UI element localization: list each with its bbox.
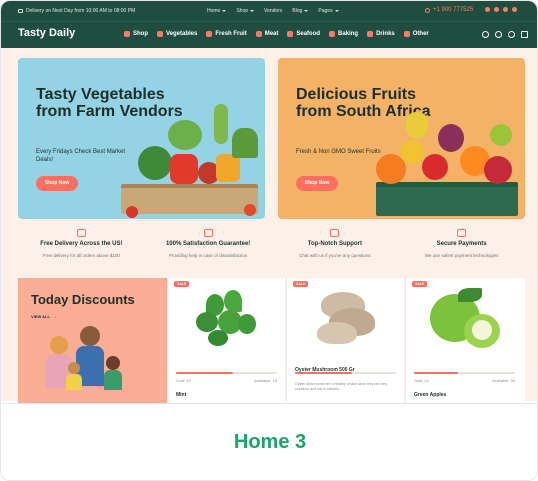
- stock-status: Sold: 24 Available: 30: [414, 378, 515, 383]
- phone-icon: [425, 7, 430, 13]
- feature-satisfaction: 100% Satisfaction Guarantee! Providing h…: [145, 229, 272, 269]
- fruit-icon: [206, 31, 213, 37]
- product-description: Oyster Mushrooms are a healthy choice si…: [295, 382, 388, 391]
- view-all-link[interactable]: VIEW ALL →: [31, 314, 57, 319]
- category-other[interactable]: Other: [403, 31, 429, 37]
- phone-number[interactable]: +1 900 777525: [425, 7, 473, 13]
- progress-fill: [176, 372, 233, 374]
- sold-progress-bar: [414, 372, 515, 374]
- logo[interactable]: Tasty Daily: [18, 27, 75, 39]
- product-name[interactable]: Green Apples: [414, 392, 446, 398]
- chevron-down-icon: [222, 10, 227, 12]
- today-discounts-block: Today Discounts VIEW ALL →: [18, 278, 167, 403]
- top-nav-vendors[interactable]: Vendors: [264, 8, 282, 14]
- banner-subtitle: Every Fridays Check Best Market Deals!: [36, 149, 126, 163]
- user-icon[interactable]: [495, 31, 502, 38]
- bread-icon: [329, 31, 336, 37]
- product-card[interactable]: SALE Sold: 24 Available: 30 Green Apples: [405, 278, 525, 403]
- banner-vegetables[interactable]: Tasty Vegetables from Farm Vendors Every…: [18, 58, 265, 219]
- search-icon[interactable]: [482, 31, 489, 38]
- top-bar: Delivery on Next Day from 10:00 AM to 08…: [1, 1, 537, 21]
- feature-free-delivery: Free Delivery Across the US! Free delive…: [18, 229, 145, 269]
- store-icon: [124, 31, 130, 37]
- feature-secure-payments: Secure Payments We use safest payment te…: [398, 229, 525, 269]
- banner-subtitle: Fresh & Non GMO Sweet Fruits: [296, 149, 381, 155]
- credit-card-icon: [457, 229, 467, 237]
- discounts-title: Today Discounts: [31, 292, 135, 307]
- category-menu: Shop Vegetables Fresh Fruit Meat Seafood…: [124, 31, 429, 37]
- meat-icon: [255, 31, 262, 37]
- handshake-icon: [203, 229, 213, 237]
- category-seafood[interactable]: Seafood: [287, 31, 320, 37]
- social-links: [485, 7, 517, 12]
- top-nav: Home Shop Vendors Blog Pages: [207, 8, 339, 14]
- top-nav-pages[interactable]: Pages: [318, 8, 339, 14]
- delivery-promo: Delivery on Next Day from 10:00 AM to 08…: [18, 8, 135, 14]
- carrot-icon: [157, 31, 163, 37]
- feature-support: Top-Notch Support Chat with us if you've…: [272, 229, 399, 269]
- sale-badge: SALE: [293, 281, 309, 287]
- product-name[interactable]: Oyster Mushroom 500 Gr: [295, 367, 355, 373]
- stock-status: Sold: 19 Available: 15: [176, 378, 277, 383]
- grid-icon: [403, 31, 410, 37]
- category-drinks[interactable]: Drinks: [367, 31, 395, 37]
- cart-icon[interactable]: [521, 31, 528, 38]
- preview-card[interactable]: Delivery on Next Day from 10:00 AM to 08…: [0, 0, 538, 481]
- top-nav-blog[interactable]: Blog: [292, 8, 309, 14]
- product-name[interactable]: Mint: [176, 392, 186, 398]
- fish-icon: [287, 31, 294, 37]
- pinterest-icon[interactable]: [503, 7, 508, 12]
- features-row: Free Delivery Across the US! Free delive…: [18, 229, 525, 269]
- truck-icon: [18, 9, 23, 13]
- demo-label-bar: Home 3: [1, 403, 537, 480]
- delivery-truck-icon: [76, 229, 86, 237]
- sale-badge: SALE: [412, 281, 428, 287]
- instagram-icon[interactable]: [512, 7, 517, 12]
- chevron-down-icon: [334, 10, 339, 12]
- top-nav-shop[interactable]: Shop: [236, 8, 255, 14]
- category-vegetables[interactable]: Vegetables: [157, 31, 197, 37]
- sold-progress-bar: [176, 372, 277, 374]
- facebook-icon[interactable]: [485, 7, 490, 12]
- arrow-right-icon: →: [52, 314, 57, 319]
- progress-fill: [414, 372, 459, 374]
- shop-now-button[interactable]: Shop Now: [36, 176, 78, 191]
- sale-badge: SALE: [174, 281, 190, 287]
- chevron-down-icon: [250, 10, 255, 12]
- shop-now-button[interactable]: Shop Now: [296, 176, 338, 191]
- chat-icon: [330, 229, 340, 237]
- banner-fruits[interactable]: Delicious Fruits from South Africa Fresh…: [278, 58, 525, 219]
- twitter-icon[interactable]: [494, 7, 499, 12]
- category-meat[interactable]: Meat: [255, 31, 278, 37]
- banner-title: Tasty Vegetables from Farm Vendors: [36, 86, 183, 120]
- main-nav: Tasty Daily Shop Vegetables Fresh Fruit …: [1, 21, 537, 48]
- bottle-icon: [367, 31, 374, 37]
- product-card[interactable]: SALE Sold: 19 Available: 15 Mint: [167, 278, 285, 403]
- category-shop[interactable]: Shop: [124, 31, 148, 37]
- category-baking[interactable]: Baking: [329, 31, 358, 37]
- header-tools: [482, 31, 528, 38]
- product-card[interactable]: SALE Oyster Mushroom 500 Gr Oyster Mushr…: [286, 278, 404, 403]
- heart-icon[interactable]: [508, 31, 515, 38]
- category-fresh-fruit[interactable]: Fresh Fruit: [206, 31, 247, 37]
- chevron-down-icon: [304, 10, 309, 12]
- demo-title[interactable]: Home 3: [1, 431, 537, 454]
- top-nav-home[interactable]: Home: [207, 8, 227, 14]
